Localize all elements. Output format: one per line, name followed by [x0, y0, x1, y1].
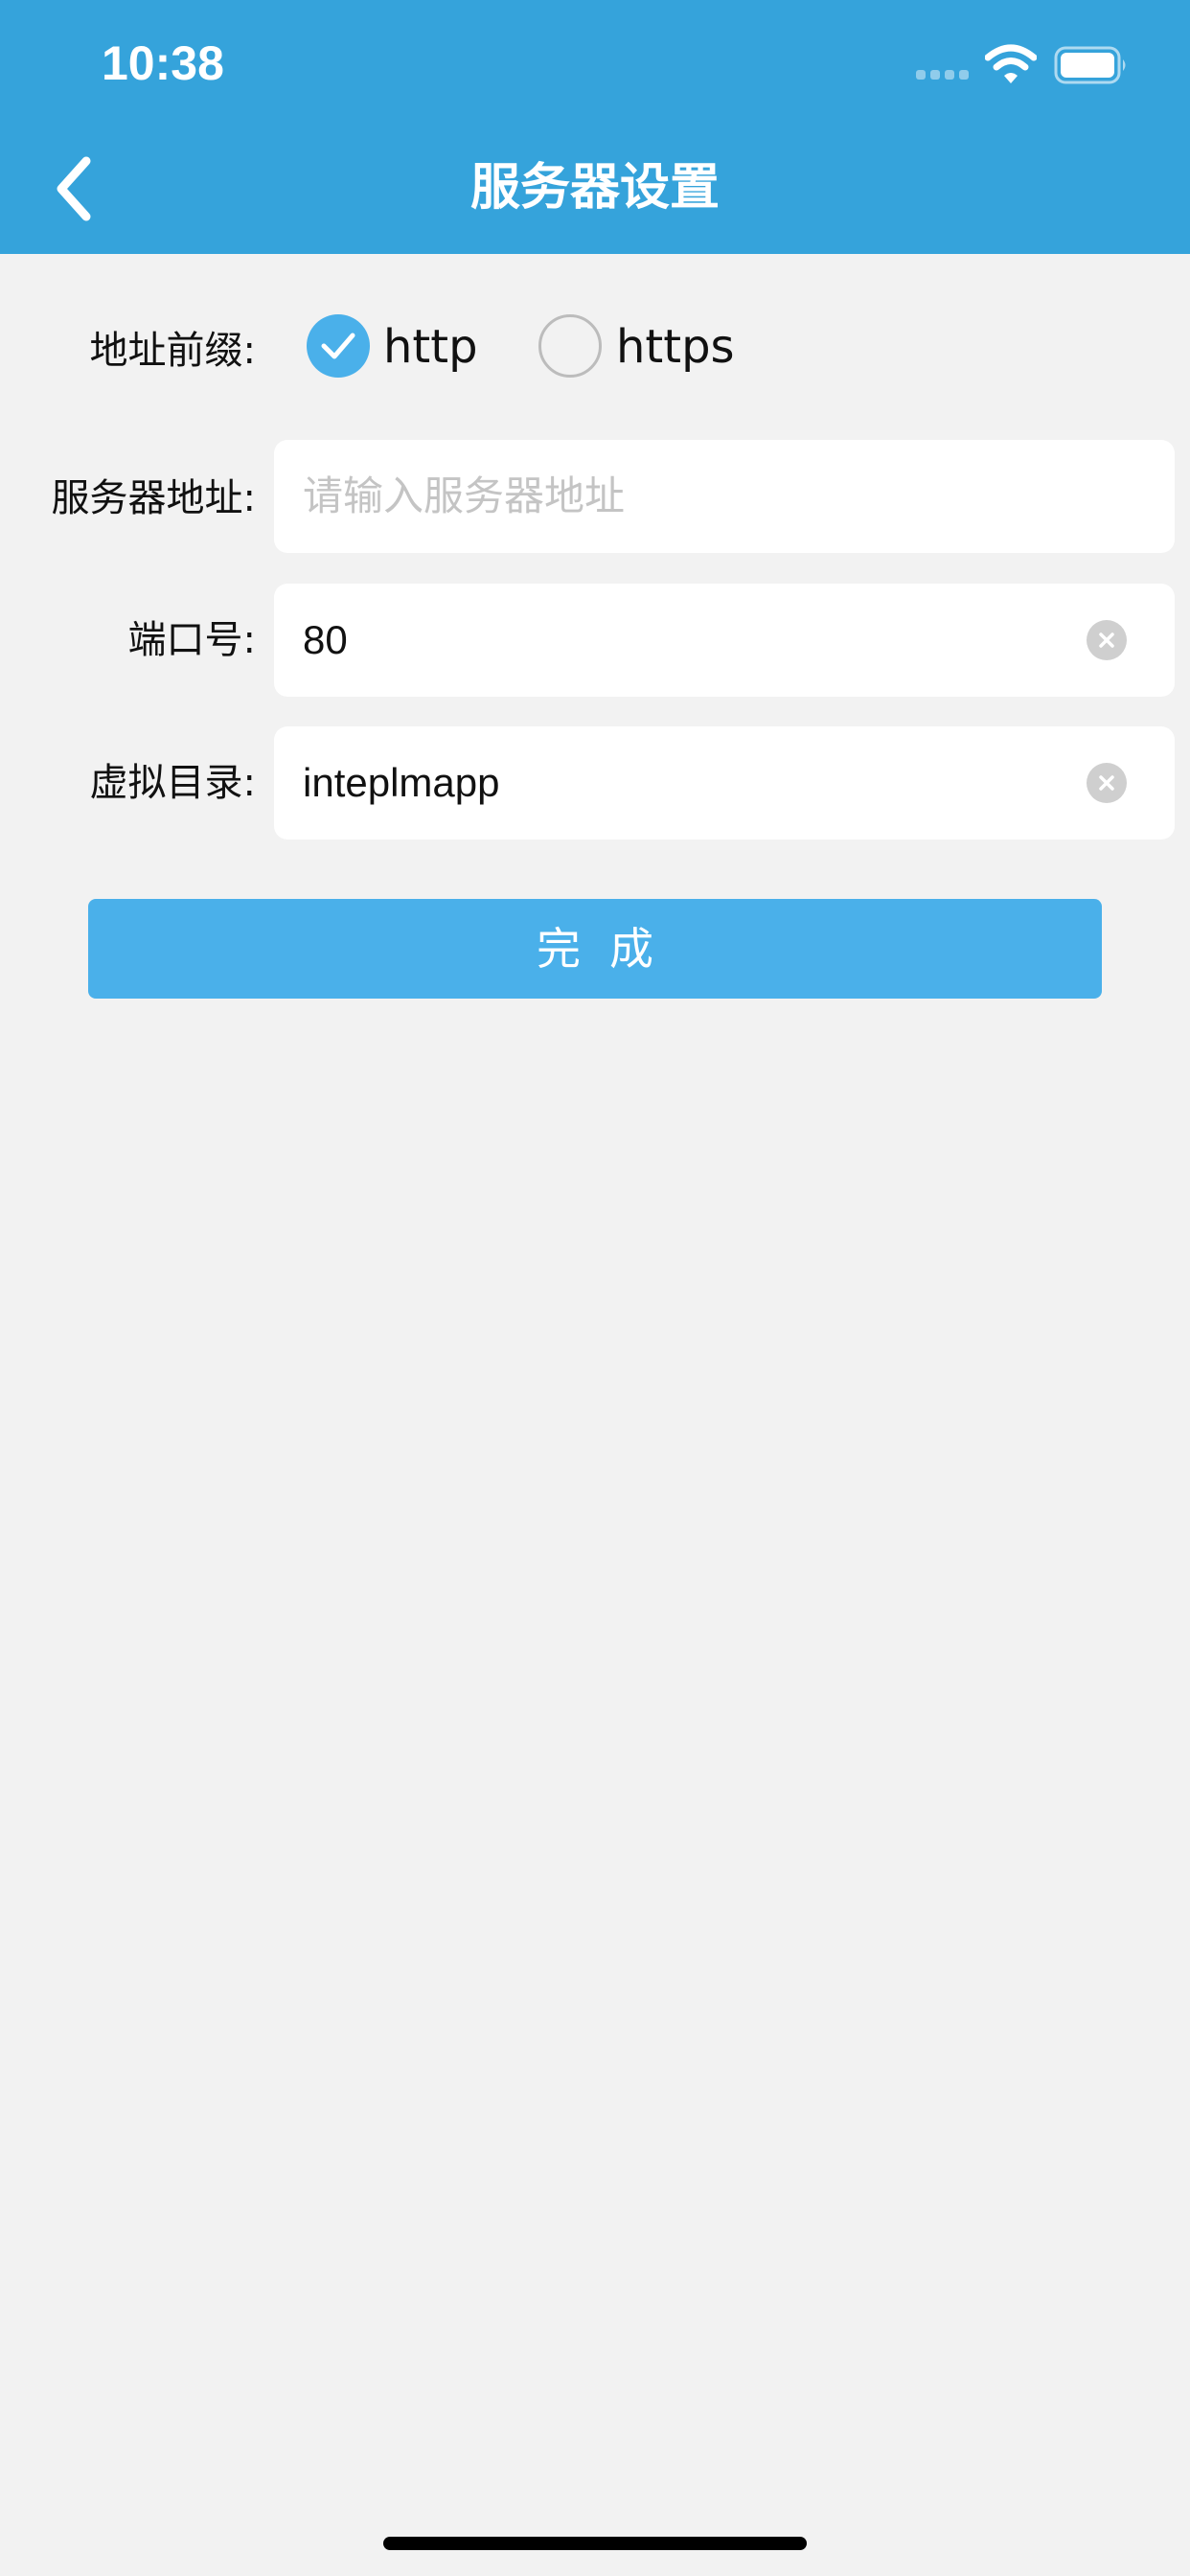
- clear-virtual-dir-icon[interactable]: [1087, 763, 1127, 803]
- server-address-input[interactable]: [303, 440, 1050, 553]
- done-button[interactable]: 完成: [88, 899, 1102, 999]
- status-time: 10:38: [102, 36, 224, 90]
- clear-port-icon[interactable]: [1087, 620, 1127, 660]
- http-option-label[interactable]: http: [383, 318, 478, 376]
- https-radio[interactable]: [538, 314, 602, 378]
- page-title: 服务器设置: [469, 159, 720, 217]
- wifi-icon: [984, 44, 1038, 84]
- https-option-label[interactable]: https: [616, 318, 735, 376]
- checkmark-icon: [321, 333, 355, 359]
- server-address-label: 服务器地址:: [51, 476, 256, 520]
- virtual-dir-input[interactable]: [303, 726, 1050, 840]
- cellular-signal-icon: [916, 70, 970, 83]
- port-field: [274, 584, 1175, 697]
- battery-icon: [1054, 46, 1129, 84]
- server-address-field: [274, 440, 1175, 553]
- port-input[interactable]: [303, 584, 1050, 697]
- prefix-label: 地址前缀:: [89, 329, 256, 373]
- http-radio[interactable]: [307, 314, 370, 378]
- nav-bar: 10:38 服务器设置: [0, 0, 1190, 254]
- home-indicator[interactable]: [383, 2537, 807, 2550]
- port-label: 端口号:: [127, 618, 256, 662]
- virtual-dir-label: 虚拟目录:: [89, 761, 256, 805]
- virtual-dir-field: [274, 726, 1175, 840]
